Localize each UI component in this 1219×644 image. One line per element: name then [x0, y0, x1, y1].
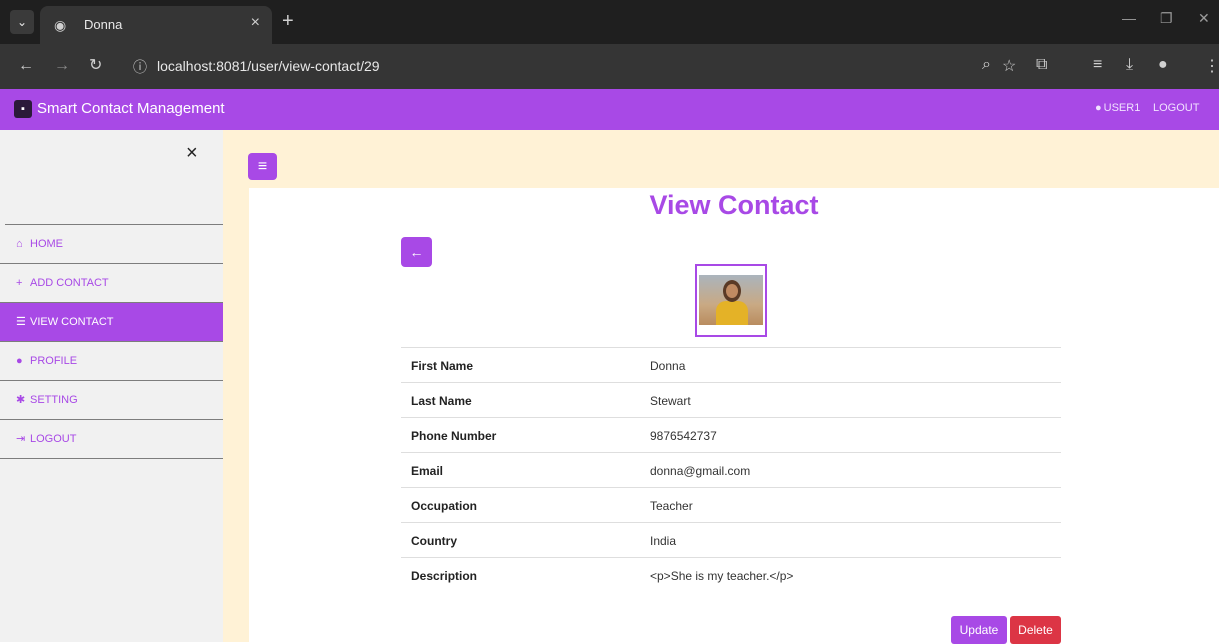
forward-arrow-icon[interactable]: → — [54, 56, 70, 76]
table-row: First Name Donna — [401, 347, 1061, 382]
sidebar-item-label: HOME — [30, 238, 63, 250]
field-value: Teacher — [650, 499, 693, 513]
tab-title: Donna — [84, 17, 123, 32]
list-icon: ☰ — [16, 316, 26, 328]
contact-details-table: First Name Donna Last Name Stewart Phone… — [401, 347, 1061, 592]
sidebar-item-view-contact[interactable]: ☰ VIEW CONTACT — [0, 303, 223, 342]
user-link[interactable]: ● USER1 — [1095, 102, 1140, 114]
download-icon[interactable]: ⤓ — [1126, 56, 1133, 74]
user-icon: ● — [16, 355, 23, 367]
sign-out-icon: ⇥ — [16, 433, 26, 445]
table-row: Last Name Stewart — [401, 382, 1061, 417]
more-menu-icon[interactable]: ⋮ — [1204, 56, 1219, 76]
table-row: Email donna@gmail.com — [401, 452, 1061, 487]
sidebar-item-label: PROFILE — [30, 355, 78, 367]
contact-photo — [695, 264, 767, 337]
content-header-band — [223, 130, 1219, 188]
field-value: Donna — [650, 359, 686, 373]
reload-icon[interactable]: ↻ — [89, 56, 102, 76]
minimize-icon[interactable]: — — [1122, 10, 1136, 26]
field-label: Last Name — [411, 394, 472, 408]
profile-avatar-icon[interactable]: ● — [1158, 56, 1168, 74]
table-row: Occupation Teacher — [401, 487, 1061, 522]
bookmark-star-icon[interactable]: ☆ — [1002, 56, 1016, 76]
globe-icon: ◉ — [54, 17, 67, 33]
sidebar-item-home[interactable]: ⌂ HOME — [0, 225, 223, 264]
navbar-logout-link[interactable]: LOGOUT — [1153, 102, 1199, 114]
page-title: View Contact — [649, 190, 819, 220]
arrow-left-icon: ← — [409, 244, 424, 260]
table-row: Description <p>She is my teacher.</p> — [401, 557, 1061, 592]
field-value: 9876542737 — [650, 429, 717, 443]
sidebar-item-label: VIEW CONTACT — [30, 316, 114, 328]
contact-book-icon: ▪ — [14, 100, 32, 118]
menu-toggle-button[interactable]: ≡ — [248, 153, 277, 180]
brand-title[interactable]: Smart Contact Management — [37, 100, 225, 117]
window-close-icon[interactable]: ✕ — [1198, 10, 1210, 27]
user-name: USER1 — [1103, 102, 1141, 114]
field-value: India — [650, 534, 677, 548]
field-label: First Name — [411, 359, 474, 373]
close-tab-icon[interactable]: × — [251, 14, 260, 32]
sidebar-item-profile[interactable]: ● PROFILE — [0, 342, 223, 381]
sidebar-item-label: ADD CONTACT — [30, 277, 109, 289]
photo-body — [716, 301, 748, 325]
sidebar-item-label: LOGOUT — [30, 433, 77, 445]
back-button[interactable]: ← — [401, 237, 432, 267]
home-icon: ⌂ — [16, 238, 23, 250]
new-tab-plus-icon[interactable]: + — [282, 10, 294, 32]
field-value: <p>She is my teacher.</p> — [650, 569, 794, 583]
user-icon: ● — [1095, 102, 1102, 114]
sidebar-item-add-contact[interactable]: + ADD CONTACT — [0, 264, 223, 303]
zoom-icon[interactable]: ⌕ — [982, 56, 991, 74]
sidebar-item-setting[interactable]: ✱ SETTING — [0, 381, 223, 420]
field-label: Description — [411, 569, 478, 583]
contact-photo-image — [699, 275, 763, 325]
close-sidebar-icon[interactable]: × — [186, 142, 198, 165]
field-label: Phone Number — [411, 429, 497, 443]
table-row: Phone Number 9876542737 — [401, 417, 1061, 452]
browser-tab[interactable]: ◉ Donna × — [40, 6, 272, 44]
table-row: Country India — [401, 522, 1061, 557]
reading-list-icon[interactable]: ≡ — [1093, 56, 1102, 74]
gear-icon: ✱ — [16, 394, 26, 406]
plus-icon: + — [16, 277, 23, 289]
content-left-strip — [223, 188, 249, 642]
field-label: Email — [411, 464, 444, 478]
app-navbar: ▪ Smart Contact Management ● USER1 LOGOUT — [0, 89, 1219, 130]
field-value: donna@gmail.com — [650, 464, 751, 478]
back-arrow-icon[interactable]: ← — [18, 56, 34, 76]
field-label: Country — [411, 534, 457, 548]
url-field[interactable]: ⓘ localhost:8081/user/view-contact/29 — [125, 52, 1050, 81]
sidebar-item-label: SETTING — [30, 394, 78, 406]
restore-icon[interactable]: ❐ — [1160, 10, 1173, 27]
browser-tab-bar: ⌄ ◉ Donna × + — ❐ ✕ — [0, 0, 1219, 44]
field-label: Occupation — [411, 499, 478, 513]
tab-search-chevron-icon[interactable]: ⌄ — [10, 10, 34, 34]
extensions-icon[interactable]: ⧉ — [1036, 56, 1047, 74]
photo-face — [726, 284, 738, 298]
url-text: localhost:8081/user/view-contact/29 — [157, 58, 380, 74]
browser-address-bar: ← → ↻ ⓘ localhost:8081/user/view-contact… — [0, 44, 1219, 89]
site-info-icon[interactable]: ⓘ — [133, 57, 147, 77]
update-button[interactable]: Update — [951, 616, 1007, 644]
field-value: Stewart — [650, 394, 691, 408]
sidebar-item-logout[interactable]: ⇥ LOGOUT — [0, 420, 223, 459]
sidebar: × ⌂ HOME + ADD CONTACT ☰ VIEW CONTACT ● PROF… — [0, 130, 223, 642]
delete-button[interactable]: Delete — [1010, 616, 1061, 644]
hamburger-icon: ≡ — [257, 158, 268, 175]
